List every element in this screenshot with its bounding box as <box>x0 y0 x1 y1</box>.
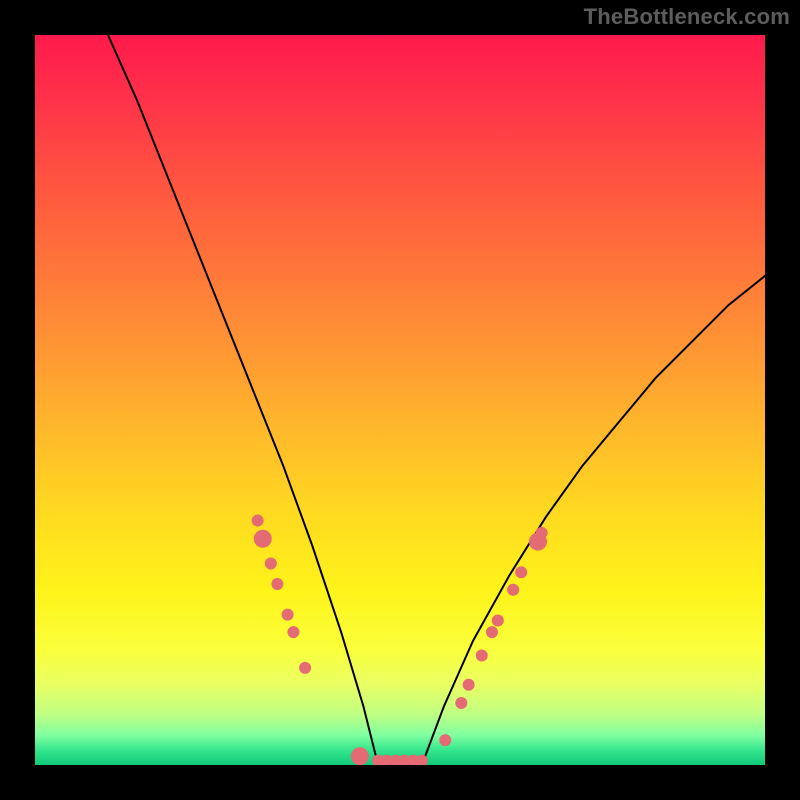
data-marker <box>271 578 283 590</box>
data-marker <box>463 679 475 691</box>
data-marker <box>515 566 527 578</box>
data-marker <box>282 609 294 621</box>
chart-frame: TheBottleneck.com <box>0 0 800 800</box>
data-marker <box>265 558 277 570</box>
watermark-text: TheBottleneck.com <box>584 4 790 30</box>
curve-left-branch <box>108 35 378 765</box>
data-marker <box>299 662 311 674</box>
data-marker <box>455 697 467 709</box>
data-marker <box>476 650 488 662</box>
data-marker <box>351 747 369 765</box>
data-marker <box>536 527 548 539</box>
curve-right-branch <box>422 276 765 765</box>
curve-group <box>108 35 765 765</box>
plot-area <box>35 35 765 765</box>
marker-group <box>252 514 548 765</box>
data-marker <box>492 614 504 626</box>
data-marker <box>507 584 519 596</box>
data-marker <box>254 530 272 548</box>
data-marker <box>439 734 451 746</box>
data-marker <box>252 514 264 526</box>
data-marker <box>486 626 498 638</box>
data-marker <box>287 626 299 638</box>
chart-svg <box>35 35 765 765</box>
